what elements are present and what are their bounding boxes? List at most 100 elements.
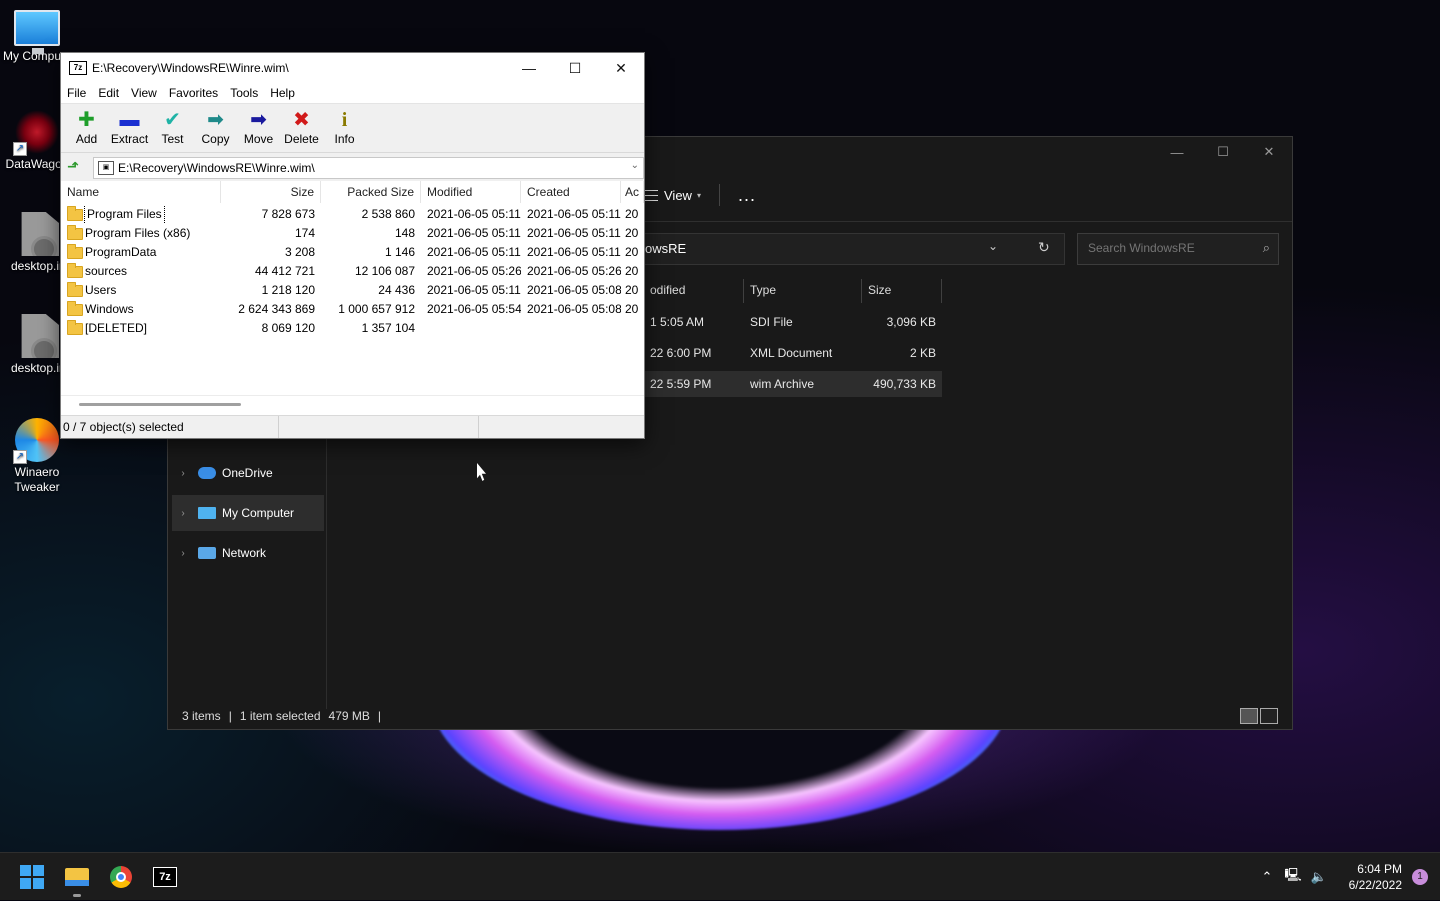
column-header-created[interactable]: Created	[521, 181, 621, 203]
minimize-button[interactable]: —	[1154, 137, 1200, 167]
7zip-title-bar[interactable]: 7z E:\Recovery\WindowsRE\Winre.wim\ — ☐ …	[61, 53, 644, 83]
network-icon[interactable]: 🖳	[1280, 866, 1306, 888]
move-button[interactable]: ➡ Move	[237, 104, 280, 152]
scrollbar-thumb[interactable]	[79, 403, 241, 406]
more-options-button[interactable]: ...	[738, 186, 756, 204]
maximize-button[interactable]: ☐	[552, 53, 598, 83]
menu-favorites[interactable]: Favorites	[163, 86, 224, 100]
chevron-right-icon[interactable]: ›	[172, 548, 194, 559]
file-type: SDI File	[750, 315, 793, 329]
archive-row[interactable]: Program Files (x86) 174 148 2021-06-05 0…	[61, 224, 644, 243]
minimize-button[interactable]: —	[506, 53, 552, 83]
7zip-window[interactable]: 7z E:\Recovery\WindowsRE\Winre.wim\ — ☐ …	[60, 52, 645, 439]
column-header-modified[interactable]: odified	[644, 279, 744, 303]
explorer-search-box[interactable]: ⌕	[1077, 233, 1279, 265]
file-row-selected[interactable]: 22 5:59 PM wim Archive 490,733 KB	[644, 371, 942, 397]
start-button[interactable]	[16, 861, 48, 893]
speaker-icon[interactable]: 🔈	[1306, 869, 1332, 885]
settings-file-icon	[21, 212, 59, 256]
taskbar-file-explorer[interactable]	[61, 861, 93, 897]
delete-button[interactable]: ✖ Delete	[280, 104, 323, 152]
column-header-size[interactable]: Size	[221, 181, 321, 203]
7zip-logo-icon: 7z	[153, 867, 177, 887]
chevron-right-icon[interactable]: ›	[172, 468, 194, 479]
archive-item-modified: 2021-06-05 05:11	[427, 226, 521, 240]
archive-item-packed: 2 538 860	[361, 207, 415, 221]
refresh-icon[interactable]: ↻	[1038, 239, 1050, 256]
large-icons-view-icon[interactable]	[1260, 708, 1278, 724]
archive-row[interactable]: sources 44 412 721 12 106 087 2021-06-05…	[61, 262, 644, 281]
status-item-count: 3 items	[182, 709, 221, 723]
7zip-title: E:\Recovery\WindowsRE\Winre.wim\	[92, 61, 289, 75]
7zip-path-combobox[interactable]: ▣ E:\Recovery\WindowsRE\Winre.wim\ ⌄	[93, 157, 644, 179]
search-input[interactable]	[1086, 240, 1250, 256]
folder-icon	[67, 319, 83, 335]
clock-time: 6:04 PM	[1357, 862, 1402, 876]
menu-file[interactable]: File	[61, 86, 92, 100]
archive-item-packed: 1 357 104	[361, 321, 415, 335]
info-icon: i	[341, 109, 348, 131]
explorer-address-bar[interactable]: owsRE ⌄	[644, 233, 1065, 265]
test-button[interactable]: ✔ Test	[151, 104, 194, 152]
address-text: owsRE	[645, 241, 687, 256]
nav-item-my-computer[interactable]: › My Computer	[172, 495, 324, 531]
menu-help[interactable]: Help	[264, 86, 301, 100]
notification-badge[interactable]: 1	[1412, 869, 1428, 885]
close-button[interactable]: ✕	[1246, 137, 1292, 167]
archive-item-modified: 2021-06-05 05:11	[427, 207, 521, 221]
column-header-modified[interactable]: Modified	[421, 181, 521, 203]
chevron-down-icon[interactable]: ⌄	[631, 160, 639, 171]
add-button[interactable]: ✚ Add	[65, 104, 108, 152]
extract-button[interactable]: ▬ Extract	[108, 104, 151, 152]
nav-item-network[interactable]: › Network	[172, 535, 324, 571]
settings-file-icon	[21, 314, 59, 358]
move-arrow-icon: ➡	[250, 109, 267, 131]
maximize-button[interactable]: ☐	[1200, 137, 1246, 167]
file-row[interactable]: 22 6:00 PM XML Document 2 KB	[644, 340, 942, 366]
chevron-right-icon[interactable]: ›	[172, 508, 194, 519]
folder-up-icon[interactable]: ⬏	[67, 158, 79, 175]
menu-view[interactable]: View	[125, 86, 163, 100]
column-header-name[interactable]: Name	[61, 181, 221, 203]
taskbar-chrome[interactable]	[105, 861, 137, 893]
file-row[interactable]: 1 5:05 AM SDI File 3,096 KB	[644, 309, 942, 335]
7zip-menu-bar: File Edit View Favorites Tools Help	[61, 83, 644, 103]
view-button[interactable]: View ▾	[644, 188, 701, 203]
column-header-type[interactable]: Type	[744, 279, 862, 303]
close-button[interactable]: ✕	[598, 53, 644, 83]
archive-row[interactable]: ProgramData 3 208 1 146 2021-06-05 05:11…	[61, 243, 644, 262]
horizontal-scrollbar[interactable]	[61, 395, 644, 412]
archive-row[interactable]: Users 1 218 120 24 436 2021-06-05 05:11 …	[61, 281, 644, 300]
7zip-toolbar: ✚ Add ▬ Extract ✔ Test ➡ Copy ➡ Move ✖ D…	[61, 103, 644, 153]
column-header-accessed[interactable]: Ac	[621, 181, 644, 203]
plus-icon: ✚	[78, 109, 95, 131]
taskbar-clock[interactable]: 6:04 PM 6/22/2022	[1332, 861, 1412, 893]
chevron-up-icon[interactable]: ⌃	[1254, 869, 1280, 885]
archive-row[interactable]: Windows 2 624 343 869 1 000 657 912 2021…	[61, 300, 644, 319]
column-header-size[interactable]: Size	[862, 279, 942, 303]
archive-item-name: Users	[85, 283, 117, 297]
archive-item-name: sources	[85, 264, 128, 278]
archive-row[interactable]: Program Files 7 828 673 2 538 860 2021-0…	[61, 205, 644, 224]
minus-icon: ▬	[119, 109, 140, 131]
taskbar-7zip[interactable]: 7z	[149, 861, 181, 893]
archive-item-modified: 2021-06-05 05:11	[427, 245, 521, 259]
details-view-icon[interactable]	[1240, 708, 1258, 724]
file-type: XML Document	[750, 346, 833, 360]
nav-item-onedrive[interactable]: › OneDrive	[172, 455, 324, 491]
tool-label: Extract	[110, 132, 149, 146]
view-lines-icon	[644, 189, 658, 201]
7zip-file-list[interactable]: Name Size Packed Size Modified Created A…	[61, 181, 644, 413]
column-header-packed-size[interactable]: Packed Size	[321, 181, 421, 203]
menu-tools[interactable]: Tools	[224, 86, 264, 100]
status-size: 479 MB	[328, 709, 370, 723]
info-button[interactable]: i Info	[323, 104, 366, 152]
archive-row[interactable]: [DELETED] 8 069 120 1 357 104	[61, 319, 644, 338]
archive-item-created	[521, 319, 621, 338]
check-icon: ✔	[164, 109, 181, 131]
menu-edit[interactable]: Edit	[92, 86, 125, 100]
status-divider: |	[228, 709, 232, 723]
folder-icon	[67, 224, 83, 240]
chevron-down-icon[interactable]: ⌄	[988, 239, 998, 253]
copy-button[interactable]: ➡ Copy	[194, 104, 237, 152]
